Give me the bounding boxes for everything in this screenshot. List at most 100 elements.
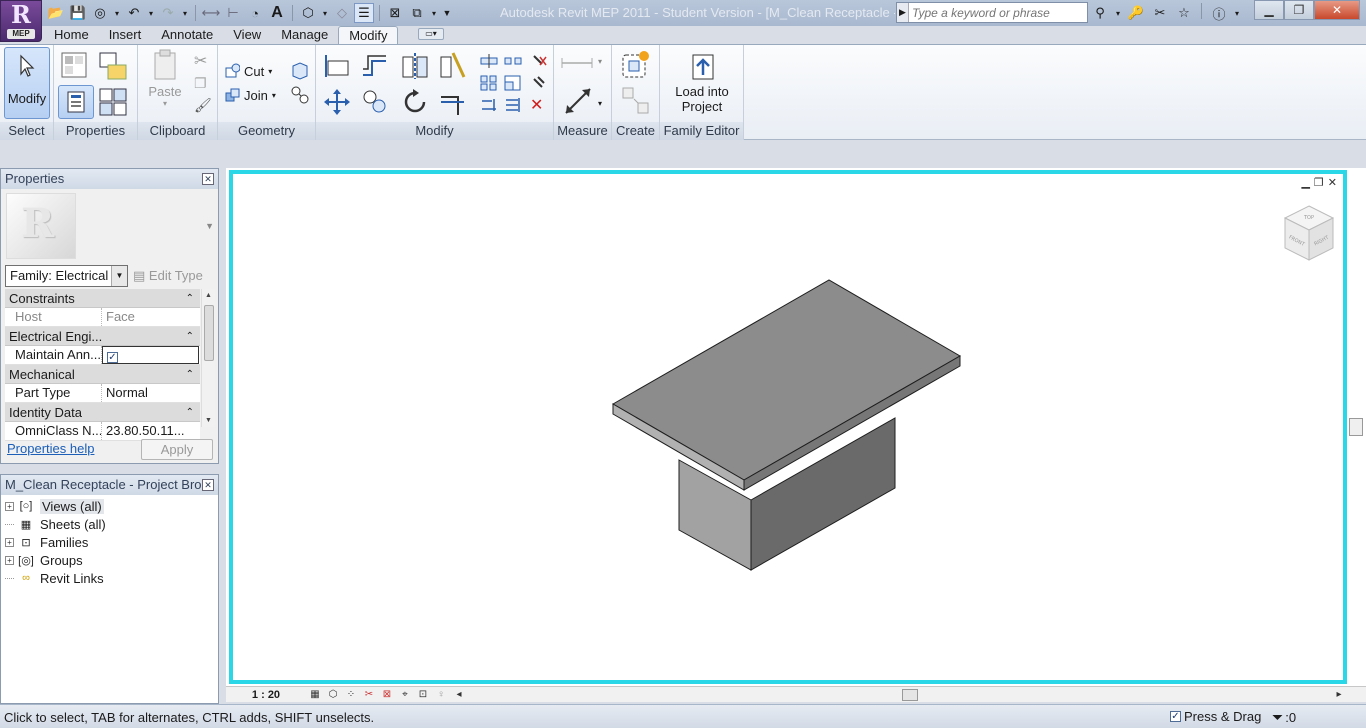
chevron-down-icon[interactable]: ▾	[1233, 3, 1241, 23]
undo-icon[interactable]: ↶	[124, 3, 144, 23]
create-similar-icon[interactable]	[620, 85, 652, 117]
scroll-left-icon[interactable]: ◂	[450, 688, 468, 702]
tab-insert[interactable]: Insert	[99, 26, 152, 44]
section-icon[interactable]: ◇	[332, 3, 352, 23]
tab-view[interactable]: View	[223, 26, 271, 44]
search-input[interactable]	[909, 5, 1079, 20]
split-face-icon[interactable]	[290, 61, 310, 81]
move-icon[interactable]	[322, 87, 352, 117]
thin-lines-icon[interactable]: ☰	[354, 3, 374, 23]
unpin-icon[interactable]	[530, 53, 548, 69]
minimize-icon[interactable]: ▁	[1254, 0, 1284, 20]
split-element-icon[interactable]	[480, 53, 498, 69]
property-row-part-type[interactable]: Part Type Normal	[5, 384, 200, 403]
chevron-down-icon[interactable]: ▾	[1114, 3, 1122, 23]
receptacle-3d-model[interactable]	[233, 174, 1343, 680]
split-with-gap-icon[interactable]	[504, 53, 522, 69]
copy-icon[interactable]: ❐	[194, 75, 207, 92]
chevron-down-icon[interactable]: ▾	[320, 3, 330, 23]
group-mechanical[interactable]: Mechanical ⌃	[5, 365, 200, 384]
offset-icon[interactable]	[360, 51, 390, 81]
copy-element-icon[interactable]	[360, 87, 390, 117]
aligned-dimension-icon[interactable]	[560, 55, 596, 71]
subscription-icon[interactable]: 🔑	[1126, 3, 1146, 23]
open-icon[interactable]: 📂	[46, 3, 66, 23]
edit-type-button[interactable]: ▤ Edit Type	[133, 265, 203, 287]
switch-windows-icon[interactable]: ⧉	[407, 3, 427, 23]
family-type-select[interactable]: Family: Electrical Fixtures ▼	[5, 265, 128, 287]
family-types-icon[interactable]	[98, 87, 130, 119]
selection-filter[interactable]: ⏷ :0	[1272, 709, 1296, 726]
tree-item-families[interactable]: + ⊡ Families	[5, 533, 106, 551]
save-icon[interactable]: 💾	[68, 3, 88, 23]
crop-view-icon[interactable]: ✂	[360, 688, 378, 702]
match-properties-icon[interactable]: 🖌	[194, 97, 212, 114]
scroll-down-icon[interactable]: ▼	[205, 417, 212, 424]
scroll-up-icon[interactable]: ▲	[205, 292, 212, 299]
chevron-down-icon[interactable]: ▾	[180, 3, 190, 23]
sync-icon[interactable]: ◎	[90, 3, 110, 23]
trim-extend-multiple-icon[interactable]	[504, 97, 522, 113]
cut-scissors-icon[interactable]: ✂	[194, 51, 207, 71]
array-icon[interactable]	[480, 75, 498, 91]
apply-button[interactable]: Apply	[141, 439, 213, 460]
modify-button[interactable]: Modify	[4, 47, 50, 119]
help-icon[interactable]: ⓘ	[1209, 3, 1229, 23]
align-dimension-icon[interactable]: ⟷	[201, 3, 221, 23]
join-geometry-button[interactable]: Join ▾	[224, 87, 276, 103]
mirror-draw-axis-icon[interactable]	[438, 51, 468, 81]
view-horizontal-scrollbar[interactable]	[482, 689, 1336, 701]
chevron-down-icon[interactable]: ▾	[112, 3, 122, 23]
close-icon[interactable]: ✕	[1314, 0, 1360, 20]
properties-toggle-button[interactable]	[58, 85, 94, 119]
delete-icon[interactable]: ✕	[530, 95, 543, 115]
maintain-annotation-checkbox[interactable]: ✓	[107, 352, 118, 363]
paste-button[interactable]: Paste ▾	[142, 49, 188, 108]
family-category-icon[interactable]	[98, 51, 130, 83]
close-icon[interactable]: ✕	[202, 479, 214, 491]
press-drag-toggle[interactable]: ✓ Press & Drag	[1170, 709, 1261, 724]
properties-scrollbar[interactable]: ▲ ▼	[201, 289, 215, 427]
tab-modify[interactable]: Modify	[338, 26, 399, 44]
chevron-down-icon[interactable]: ▾	[598, 99, 602, 108]
communication-center-icon[interactable]: ✂	[1150, 3, 1170, 23]
expand-icon[interactable]: +	[5, 555, 14, 565]
application-menu-button[interactable]: R MEP	[0, 0, 42, 42]
group-electrical[interactable]: Electrical Engi... ⌃	[5, 327, 200, 346]
scroll-thumb[interactable]	[204, 305, 214, 361]
crop-region-icon[interactable]: ⊠	[378, 688, 396, 702]
tab-home[interactable]: Home	[44, 26, 99, 44]
text-icon[interactable]: A	[267, 3, 287, 23]
ribbon-minimize-toggle[interactable]: ▭▾	[418, 28, 444, 40]
group-constraints[interactable]: Constraints ⌃	[5, 289, 200, 308]
void-geometry-icon[interactable]	[290, 85, 310, 105]
view-vertical-scrollbar[interactable]	[1347, 168, 1366, 686]
search-expand-icon[interactable]: ▶	[897, 3, 909, 22]
cut-geometry-button[interactable]: Cut ▾	[224, 63, 272, 79]
type-properties-icon[interactable]	[60, 51, 90, 81]
lightbulb-icon[interactable]: ♀	[432, 688, 450, 702]
redo-icon[interactable]: ↷	[158, 3, 178, 23]
tree-item-revit-links[interactable]: ∞ Revit Links	[5, 569, 106, 587]
expand-icon[interactable]: +	[5, 501, 14, 511]
visual-style-icon[interactable]: ⬡	[324, 688, 342, 702]
trim-extend-single-icon[interactable]	[480, 97, 498, 113]
chevron-down-icon[interactable]: ▾	[598, 57, 602, 66]
customize-toolbar-icon[interactable]: ▼	[441, 3, 453, 23]
tree-item-sheets[interactable]: ▦ Sheets (all)	[5, 515, 106, 533]
aligned-dimension-icon[interactable]: ⊢	[223, 3, 243, 23]
chevron-down-icon[interactable]: ▾	[146, 3, 156, 23]
mirror-pick-axis-icon[interactable]	[400, 51, 430, 81]
align-icon[interactable]	[322, 51, 352, 81]
trim-extend-icon[interactable]	[438, 87, 468, 117]
load-into-project-button[interactable]: Load into Project	[668, 49, 736, 114]
rotate-icon[interactable]	[400, 87, 430, 117]
tab-manage[interactable]: Manage	[271, 26, 338, 44]
tab-annotate[interactable]: Annotate	[151, 26, 223, 44]
measure-distance-icon[interactable]	[562, 85, 594, 117]
chevron-down-icon[interactable]: ▾	[429, 3, 439, 23]
detail-level-icon[interactable]: ▦	[306, 688, 324, 702]
reveal-hidden-icon[interactable]: ⊡	[414, 688, 432, 702]
view-scale[interactable]: 1 : 20	[226, 689, 306, 701]
close-icon[interactable]: ✕	[202, 173, 214, 185]
